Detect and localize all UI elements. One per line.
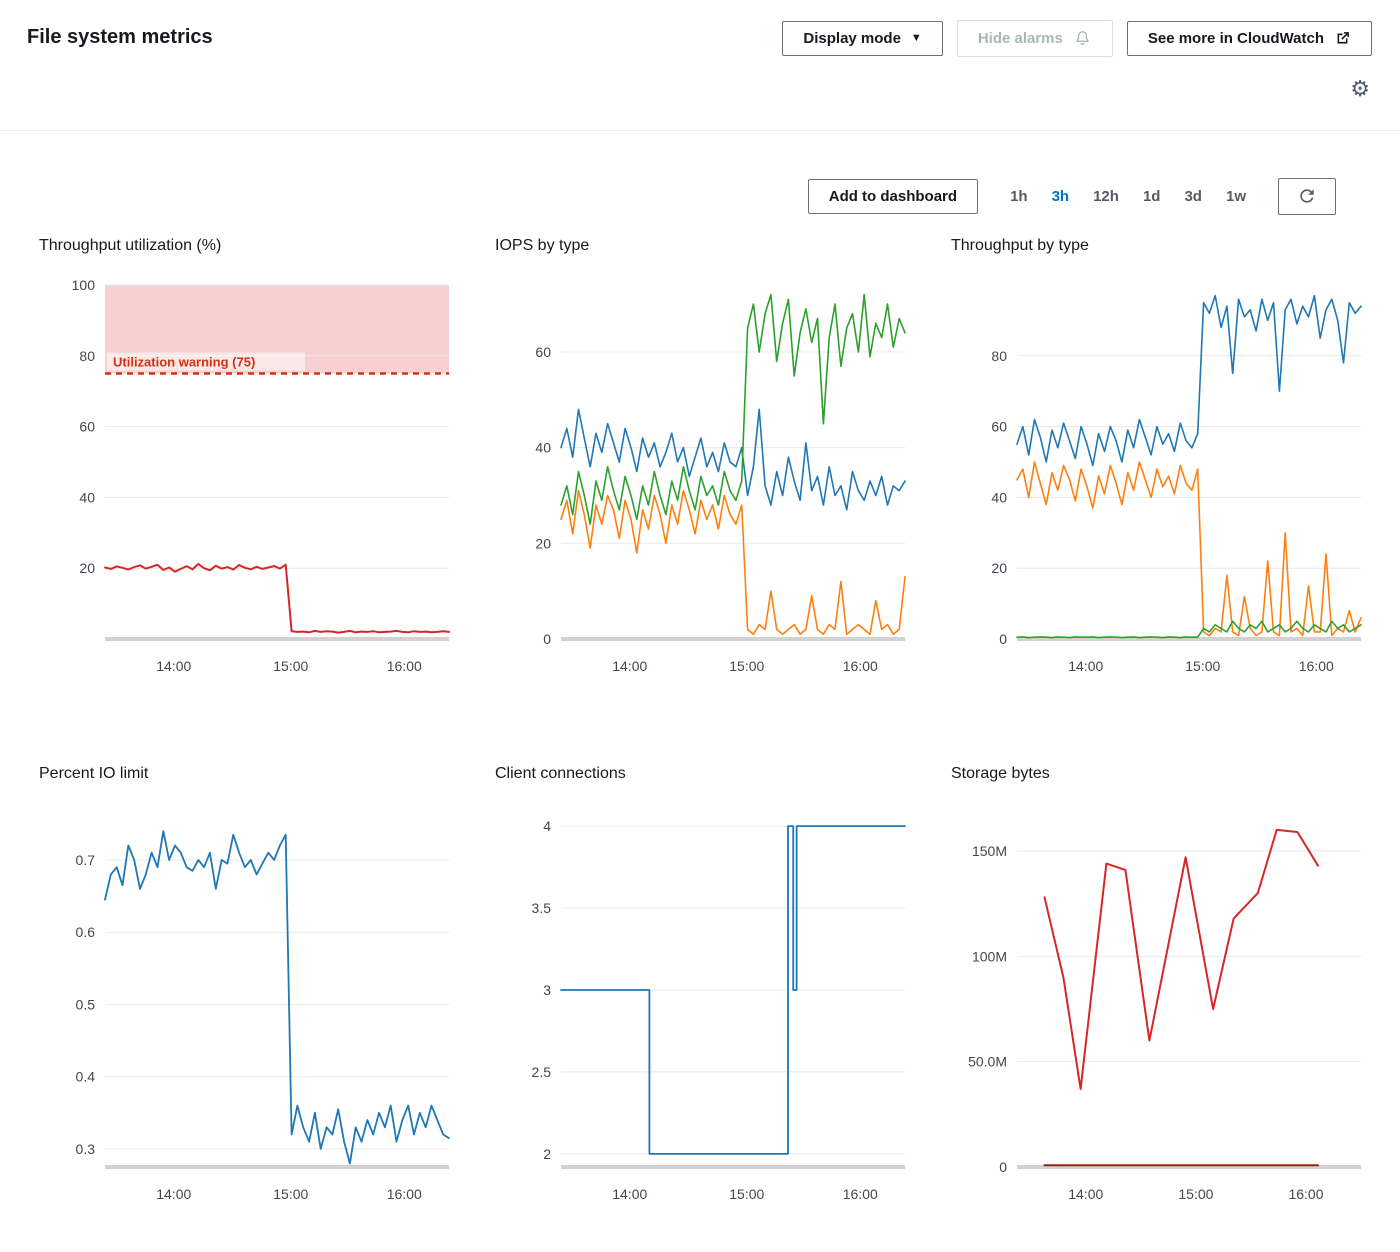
svg-text:15:00: 15:00 bbox=[273, 658, 308, 674]
refresh-button[interactable] bbox=[1278, 178, 1336, 215]
svg-text:40: 40 bbox=[991, 489, 1007, 505]
svg-text:0.7: 0.7 bbox=[76, 852, 96, 868]
svg-text:0.3: 0.3 bbox=[76, 1141, 96, 1157]
svg-text:40: 40 bbox=[79, 489, 95, 505]
svg-text:100: 100 bbox=[72, 277, 96, 293]
iops-by-type-chart[interactable]: 0 20 40 60 14:00 15:00 16:00 bbox=[495, 269, 915, 681]
display-mode-label: Display mode bbox=[803, 30, 901, 47]
storage-bytes-chart[interactable]: 0 50.0M 100M 150M 14:00 15:00 16:00 bbox=[951, 797, 1371, 1209]
svg-text:15:00: 15:00 bbox=[273, 1186, 308, 1202]
range-1d[interactable]: 1d bbox=[1143, 188, 1161, 205]
svg-text:100M: 100M bbox=[972, 948, 1007, 964]
add-to-dashboard-button[interactable]: Add to dashboard bbox=[808, 179, 978, 214]
throughput-by-type-chart[interactable]: 0 20 40 60 80 14:00 15:00 16:00 bbox=[951, 269, 1371, 681]
svg-text:50.0M: 50.0M bbox=[968, 1054, 1007, 1070]
chart-card-percent-io-limit: Percent IO limit 0.3 0.4 0.5 0.6 0.7 14:00 15:… bbox=[39, 765, 459, 1209]
svg-text:16:00: 16:00 bbox=[1299, 658, 1334, 674]
range-3h[interactable]: 3h bbox=[1052, 188, 1070, 205]
svg-text:60: 60 bbox=[79, 419, 95, 435]
svg-text:14:00: 14:00 bbox=[612, 658, 647, 674]
client-connections-chart[interactable]: 2 2.5 3 3.5 4 14:00 15:00 16:00 bbox=[495, 797, 915, 1209]
header: File system metrics Display mode ▼ Hide … bbox=[0, 0, 1400, 131]
svg-text:0: 0 bbox=[543, 631, 551, 647]
svg-text:14:00: 14:00 bbox=[612, 1186, 647, 1202]
settings-gear-icon[interactable]: ⚙ bbox=[1350, 78, 1370, 100]
svg-text:16:00: 16:00 bbox=[843, 1186, 878, 1202]
chart-title-client-connections: Client connections bbox=[495, 765, 915, 783]
svg-text:2.5: 2.5 bbox=[532, 1064, 552, 1080]
range-12h[interactable]: 12h bbox=[1093, 188, 1119, 205]
page-title: File system metrics bbox=[27, 26, 213, 49]
svg-text:14:00: 14:00 bbox=[1068, 1186, 1103, 1202]
svg-text:16:00: 16:00 bbox=[387, 1186, 422, 1202]
svg-text:3.5: 3.5 bbox=[532, 900, 552, 916]
svg-text:14:00: 14:00 bbox=[156, 1186, 191, 1202]
svg-text:20: 20 bbox=[79, 560, 95, 576]
svg-text:16:00: 16:00 bbox=[1288, 1186, 1323, 1202]
add-to-dashboard-label: Add to dashboard bbox=[829, 188, 957, 205]
svg-text:3: 3 bbox=[543, 982, 551, 998]
svg-text:15:00: 15:00 bbox=[1185, 658, 1220, 674]
svg-text:0.6: 0.6 bbox=[76, 924, 96, 940]
see-more-label: See more in CloudWatch bbox=[1148, 30, 1324, 47]
svg-text:16:00: 16:00 bbox=[387, 658, 422, 674]
svg-text:16:00: 16:00 bbox=[843, 658, 878, 674]
range-1w[interactable]: 1w bbox=[1226, 188, 1246, 205]
caret-down-icon: ▼ bbox=[911, 33, 922, 44]
svg-text:14:00: 14:00 bbox=[1068, 658, 1103, 674]
chart-card-storage-bytes: Storage bytes 0 50.0M 100M 150M 14:00 15:00 16… bbox=[951, 765, 1371, 1209]
svg-text:20: 20 bbox=[991, 560, 1007, 576]
throughput-utilization-chart[interactable]: 20 40 60 80 100 14:00 15:00 16:00 Utilization wa… bbox=[39, 269, 459, 681]
header-actions: Display mode ▼ Hide alarms See more in C… bbox=[782, 20, 1372, 57]
chart-title-throughput-utilization: Throughput utilization (%) bbox=[39, 237, 459, 255]
svg-text:20: 20 bbox=[535, 535, 551, 551]
svg-text:60: 60 bbox=[535, 344, 551, 360]
chart-title-storage-bytes: Storage bytes bbox=[951, 765, 1371, 783]
chart-card-client-connections: Client connections 2 2.5 3 3.5 4 14:00 15:00 16… bbox=[495, 765, 915, 1209]
svg-text:4: 4 bbox=[543, 818, 551, 834]
svg-text:0.5: 0.5 bbox=[76, 996, 96, 1012]
time-range-selector: 1h 3h 12h 1d 3d 1w bbox=[1010, 188, 1246, 205]
percent-io-limit-chart[interactable]: 0.3 0.4 0.5 0.6 0.7 14:00 15:00 16:00 bbox=[39, 797, 459, 1209]
svg-text:150M: 150M bbox=[972, 843, 1007, 859]
chart-card-throughput-by-type: Throughput by type 0 20 40 60 80 14:00 15:00 16… bbox=[951, 237, 1371, 681]
chart-title-iops-by-type: IOPS by type bbox=[495, 237, 915, 255]
svg-text:0: 0 bbox=[999, 1159, 1007, 1175]
hide-alarms-button[interactable]: Hide alarms bbox=[957, 20, 1113, 57]
svg-text:0: 0 bbox=[999, 631, 1007, 647]
svg-text:14:00: 14:00 bbox=[156, 658, 191, 674]
display-mode-button[interactable]: Display mode ▼ bbox=[782, 21, 942, 56]
svg-text:40: 40 bbox=[535, 440, 551, 456]
svg-text:Utilization warning (75): Utilization warning (75) bbox=[113, 355, 255, 370]
svg-text:80: 80 bbox=[79, 348, 95, 364]
svg-text:60: 60 bbox=[991, 419, 1007, 435]
see-more-cloudwatch-button[interactable]: See more in CloudWatch bbox=[1127, 21, 1372, 56]
svg-text:0.4: 0.4 bbox=[76, 1069, 96, 1085]
hide-alarms-label: Hide alarms bbox=[978, 30, 1063, 47]
chart-card-throughput-utilization: Throughput utilization (%) 20 40 60 80 100 14… bbox=[39, 237, 459, 681]
svg-text:15:00: 15:00 bbox=[729, 1186, 764, 1202]
toolbar: Add to dashboard 1h 3h 12h 1d 3d 1w bbox=[0, 177, 1400, 215]
chart-title-percent-io-limit: Percent IO limit bbox=[39, 765, 459, 783]
chart-title-throughput-by-type: Throughput by type bbox=[951, 237, 1371, 255]
svg-text:15:00: 15:00 bbox=[729, 658, 764, 674]
chart-card-iops-by-type: IOPS by type 0 20 40 60 14:00 15:00 16:00 bbox=[495, 237, 915, 681]
range-1h[interactable]: 1h bbox=[1010, 188, 1028, 205]
external-link-icon bbox=[1334, 30, 1351, 47]
range-3d[interactable]: 3d bbox=[1184, 188, 1202, 205]
svg-text:80: 80 bbox=[991, 348, 1007, 364]
svg-text:15:00: 15:00 bbox=[1178, 1186, 1213, 1202]
refresh-icon bbox=[1297, 186, 1317, 206]
svg-text:2: 2 bbox=[543, 1146, 551, 1162]
bell-icon bbox=[1073, 29, 1092, 48]
charts-grid: Throughput utilization (%) 2040608010014… bbox=[0, 237, 1400, 1209]
